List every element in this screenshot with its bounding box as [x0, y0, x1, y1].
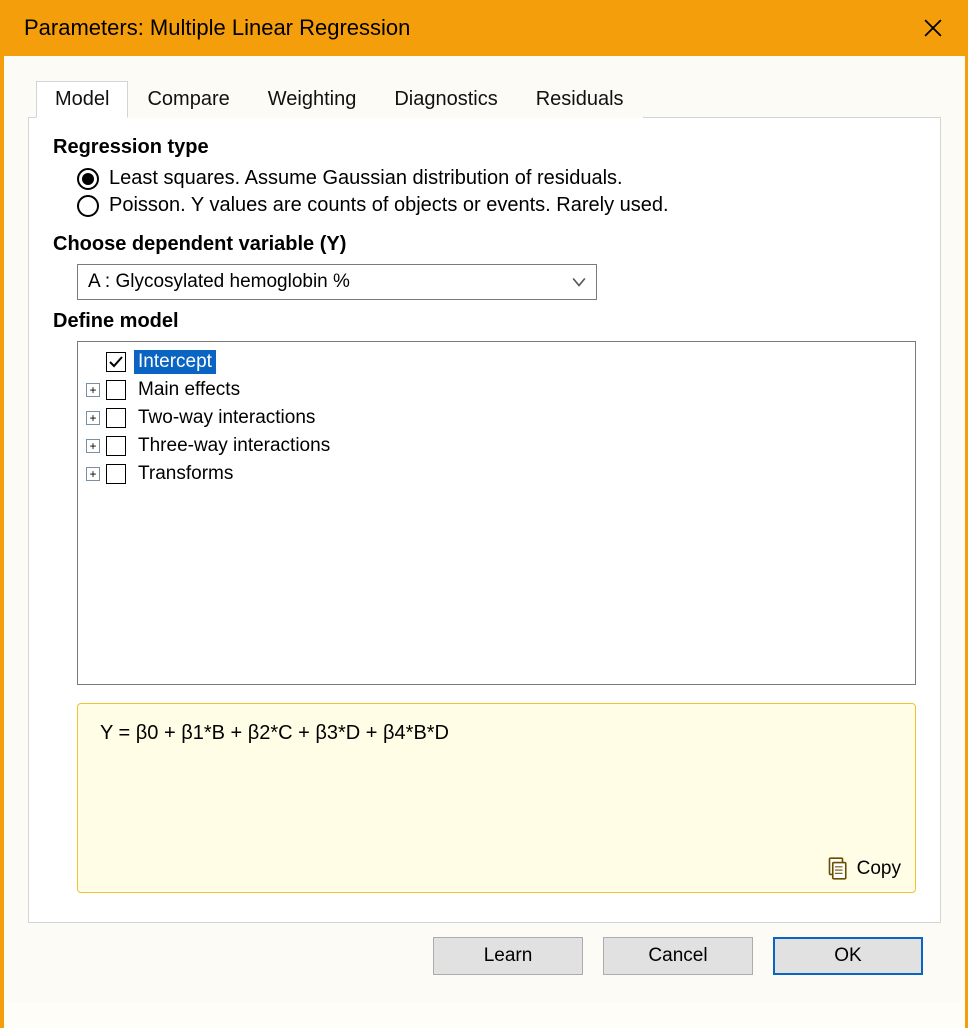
- learn-button[interactable]: Learn: [433, 937, 583, 975]
- tree-node-intercept[interactable]: Intercept: [86, 348, 907, 376]
- tab-weighting[interactable]: Weighting: [249, 81, 376, 118]
- radio-poisson[interactable]: Poisson. Y values are counts of objects …: [77, 194, 916, 217]
- tree-node-threeway-label: Three-way interactions: [134, 434, 334, 458]
- client-area: Model Compare Weighting Diagnostics Resi…: [4, 56, 965, 1001]
- close-button[interactable]: [913, 8, 953, 48]
- radio-icon-unselected: [77, 195, 99, 217]
- expand-icon[interactable]: +: [86, 383, 100, 397]
- checkbox-checked-icon[interactable]: [106, 352, 126, 372]
- tree-node-twoway[interactable]: + Two-way interactions: [86, 404, 907, 432]
- expand-icon[interactable]: +: [86, 411, 100, 425]
- copy-button-label: Copy: [857, 858, 901, 880]
- cancel-button-label: Cancel: [648, 945, 707, 967]
- tab-bar: Model Compare Weighting Diagnostics Resi…: [28, 80, 941, 117]
- copy-button[interactable]: Copy: [823, 856, 901, 882]
- tab-model[interactable]: Model: [36, 81, 128, 118]
- checkbox-unchecked-icon[interactable]: [106, 380, 126, 400]
- radio-least-squares-label: Least squares. Assume Gaussian distribut…: [109, 167, 623, 190]
- tree-node-twoway-label: Two-way interactions: [134, 406, 319, 430]
- expand-icon[interactable]: +: [86, 439, 100, 453]
- tree-node-threeway[interactable]: + Three-way interactions: [86, 432, 907, 460]
- radio-poisson-label: Poisson. Y values are counts of objects …: [109, 194, 669, 217]
- titlebar: Parameters: Multiple Linear Regression: [4, 0, 965, 56]
- learn-button-label: Learn: [484, 945, 533, 967]
- dependent-variable-selected: A : Glycosylated hemoglobin %: [88, 271, 350, 293]
- tree-node-transforms[interactable]: + Transforms: [86, 460, 907, 488]
- define-model-heading: Define model: [53, 310, 916, 333]
- tree-node-intercept-label: Intercept: [134, 350, 216, 374]
- tab-compare[interactable]: Compare: [128, 81, 248, 118]
- formula-text: Y = β0 + β1*B + β2*C + β3*D + β4*B*D: [94, 722, 899, 745]
- chevron-down-icon: [572, 275, 586, 289]
- expand-icon[interactable]: +: [86, 467, 100, 481]
- regression-type-heading: Regression type: [53, 136, 916, 159]
- dialog-button-row: Learn Cancel OK: [28, 923, 941, 989]
- checkbox-unchecked-icon[interactable]: [106, 408, 126, 428]
- tree-node-main-effects-label: Main effects: [134, 378, 244, 402]
- tab-panel-model: Regression type Least squares. Assume Ga…: [28, 117, 941, 923]
- tree-node-transforms-label: Transforms: [134, 462, 237, 486]
- dependent-variable-heading: Choose dependent variable (Y): [53, 233, 916, 256]
- formula-box: Y = β0 + β1*B + β2*C + β3*D + β4*B*D Cop…: [77, 703, 916, 893]
- checkbox-unchecked-icon[interactable]: [106, 436, 126, 456]
- radio-icon-selected: [77, 168, 99, 190]
- radio-least-squares[interactable]: Least squares. Assume Gaussian distribut…: [77, 167, 916, 190]
- window-title: Parameters: Multiple Linear Regression: [24, 15, 410, 41]
- checkbox-unchecked-icon[interactable]: [106, 464, 126, 484]
- model-tree[interactable]: Intercept + Main effects + Two-way inter…: [77, 341, 916, 685]
- cancel-button[interactable]: Cancel: [603, 937, 753, 975]
- tree-node-main-effects[interactable]: + Main effects: [86, 376, 907, 404]
- tab-diagnostics[interactable]: Diagnostics: [375, 81, 516, 118]
- tab-residuals[interactable]: Residuals: [517, 81, 643, 118]
- dependent-variable-select[interactable]: A : Glycosylated hemoglobin %: [77, 264, 597, 300]
- ok-button[interactable]: OK: [773, 937, 923, 975]
- copy-icon: [823, 856, 849, 882]
- close-icon: [924, 19, 942, 37]
- ok-button-label: OK: [834, 945, 861, 967]
- expander-blank-icon: [86, 355, 100, 369]
